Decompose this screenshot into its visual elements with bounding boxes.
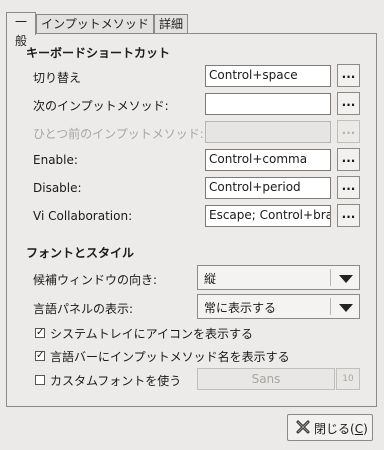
- tab-input-method[interactable]: インプットメソッド: [36, 14, 154, 34]
- enable-shortcut-field[interactable]: Control+comma: [205, 149, 331, 171]
- enable-label: Enable:: [33, 153, 78, 167]
- enable-shortcut-button[interactable]: ...: [337, 148, 360, 171]
- disable-label: Disable:: [33, 181, 82, 195]
- candidate-orientation-select[interactable]: 縦: [197, 265, 360, 290]
- prev-im-shortcut-field: [205, 121, 331, 143]
- next-im-shortcut-field[interactable]: [205, 93, 331, 115]
- candidate-orientation-label: 候補ウィンドウの向き:: [33, 273, 158, 287]
- toggle-shortcut-field[interactable]: Control+space: [205, 65, 331, 87]
- systray-icon-label[interactable]: システムトレイにアイコンを表示する: [50, 325, 253, 342]
- font-style-title: フォントとスタイル: [26, 246, 135, 260]
- chevron-down-icon: [339, 304, 353, 312]
- candidate-orientation-value: 縦: [204, 272, 217, 286]
- vi-collaboration-shortcut-field[interactable]: Escape; Control+brac: [205, 205, 331, 227]
- tab-general[interactable]: 一般: [6, 12, 36, 48]
- langbar-im-name-label[interactable]: 言語バーにインプットメソッド名を表示する: [50, 348, 290, 365]
- font-picker-button: Sans: [197, 368, 335, 390]
- close-button-label: 閉じる(C): [314, 422, 368, 436]
- vi-collaboration-shortcut-button[interactable]: ...: [337, 204, 360, 227]
- close-button[interactable]: 閉じる(C): [287, 414, 373, 441]
- combo-separator: [330, 269, 331, 286]
- shortcuts-title: キーボードショートカット: [26, 46, 171, 60]
- next-im-label: 次のインプットメソッド:: [33, 99, 169, 113]
- prev-im-shortcut-button: ...: [337, 120, 360, 143]
- custom-font-label[interactable]: カスタムフォントを使う: [50, 372, 181, 389]
- language-panel-select[interactable]: 常に表示する: [197, 294, 360, 319]
- font-size-label: 10: [336, 368, 360, 390]
- language-panel-label: 言語パネルの表示:: [33, 302, 134, 316]
- toggle-shortcut-button[interactable]: ...: [337, 64, 360, 87]
- vi-collaboration-label: Vi Collaboration:: [33, 209, 133, 223]
- custom-font-checkbox[interactable]: [35, 375, 45, 385]
- chevron-down-icon: [339, 275, 353, 283]
- next-im-shortcut-button[interactable]: ...: [337, 92, 360, 115]
- systray-icon-checkbox[interactable]: ✓: [35, 328, 45, 338]
- disable-shortcut-field[interactable]: Control+period: [205, 177, 331, 199]
- close-icon: [295, 419, 311, 438]
- langbar-im-name-checkbox[interactable]: ✓: [35, 351, 45, 361]
- tab-advanced[interactable]: 詳細: [154, 14, 188, 34]
- toggle-label: 切り替え: [33, 71, 82, 85]
- prev-im-label: ひとつ前のインプットメソッド:: [33, 127, 204, 141]
- disable-shortcut-button[interactable]: ...: [337, 176, 360, 199]
- language-panel-value: 常に表示する: [204, 301, 277, 315]
- combo-separator: [330, 298, 331, 315]
